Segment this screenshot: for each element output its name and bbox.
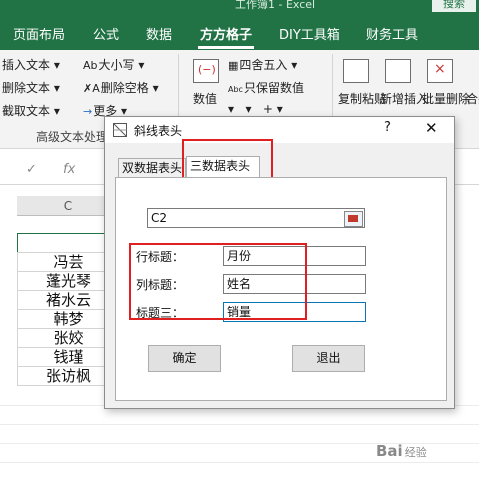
numeric-button[interactable]: 数值 — [193, 90, 217, 107]
ok-button[interactable]: 确定 — [148, 345, 221, 372]
watermark: Bai 经验 — [376, 442, 427, 460]
ab-icon: Ab — [83, 59, 98, 72]
case-button[interactable]: Ab大小写 ▾ — [83, 56, 144, 73]
merge-button[interactable]: 合并 — [466, 90, 479, 107]
document-title: 工作簿1 - Excel — [235, 0, 316, 11]
fields-highlight-box — [129, 243, 307, 320]
dialog-title: 斜线表头 — [134, 124, 183, 138]
watermark-text: 经验 — [404, 446, 427, 459]
delete-text-button[interactable]: 删除文本 ▾ — [2, 79, 60, 96]
title-bar: 工作簿1 - Excel 搜索 — [0, 0, 479, 16]
search-box[interactable]: 搜索 — [432, 0, 476, 12]
batch-delete-icon: × — [427, 59, 453, 83]
tab-fangfang-gezi[interactable]: 方方格子 — [197, 24, 255, 49]
diagonal-header-dialog: 斜线表头 ? ✕ 双数据表头 三数据表头 C2 行标题： 月份 列标题： 姓名 … — [104, 116, 455, 409]
help-button[interactable]: ? — [384, 120, 391, 135]
cell-reference-field[interactable]: C2 — [147, 208, 365, 228]
exit-button[interactable]: 退出 — [292, 345, 365, 372]
watermark-logo: Bai — [376, 442, 403, 460]
group-label: 高级文本处理 — [36, 130, 109, 144]
tab-double-header[interactable]: 双数据表头 — [118, 158, 186, 177]
add-insert-button[interactable]: 新增插入 — [380, 90, 428, 107]
delete-icon: ✗A — [83, 82, 100, 95]
gridline — [0, 462, 479, 463]
insert-text-button[interactable]: 插入文本 ▾ — [2, 56, 60, 73]
insert-rows-icon — [385, 59, 411, 83]
more-tools-button[interactable]: ▾ ▾ + ▾ — [228, 102, 283, 116]
extract-text-button[interactable]: 截取文本 ▾ — [2, 102, 60, 119]
keep-values-button[interactable]: Abc只保留数值 — [228, 79, 304, 96]
arrow-right-icon: → — [83, 105, 93, 118]
range-select-icon[interactable] — [344, 211, 363, 227]
dialog-title-bar: 斜线表头 ? ✕ — [105, 117, 454, 143]
copy-paste-button[interactable]: 复制粘贴 — [338, 90, 386, 107]
delete-spaces-button[interactable]: ✗A删除空格 ▾ — [83, 79, 159, 96]
table-icon — [113, 123, 127, 137]
grid-icon: ▦ — [228, 59, 239, 72]
close-button[interactable]: ✕ — [425, 119, 438, 137]
tab-triple-header[interactable]: 三数据表头 — [186, 156, 260, 177]
confirm-icon[interactable]: ✓ — [26, 162, 37, 177]
ribbon-tabs: 页面布局 公式 数据 方方格子 DIY工具箱 财务工具 — [0, 16, 479, 50]
round-button[interactable]: ▦四舍五入 ▾ — [228, 56, 297, 73]
tab-page-layout[interactable]: 页面布局 — [13, 24, 65, 43]
tab-formulas[interactable]: 公式 — [93, 24, 119, 43]
abc-icon: Abc — [228, 85, 243, 94]
tab-data[interactable]: 数据 — [146, 24, 172, 43]
clipboard-icon — [343, 59, 369, 83]
function-icon[interactable]: fx — [63, 162, 75, 177]
gridline — [0, 424, 479, 425]
numeric-icon: (−) — [193, 59, 219, 83]
tab-finance-tools[interactable]: 财务工具 — [366, 24, 418, 43]
tab-diy-toolbox[interactable]: DIY工具箱 — [279, 24, 340, 43]
batch-delete-button[interactable]: 批量删除 — [422, 90, 470, 107]
